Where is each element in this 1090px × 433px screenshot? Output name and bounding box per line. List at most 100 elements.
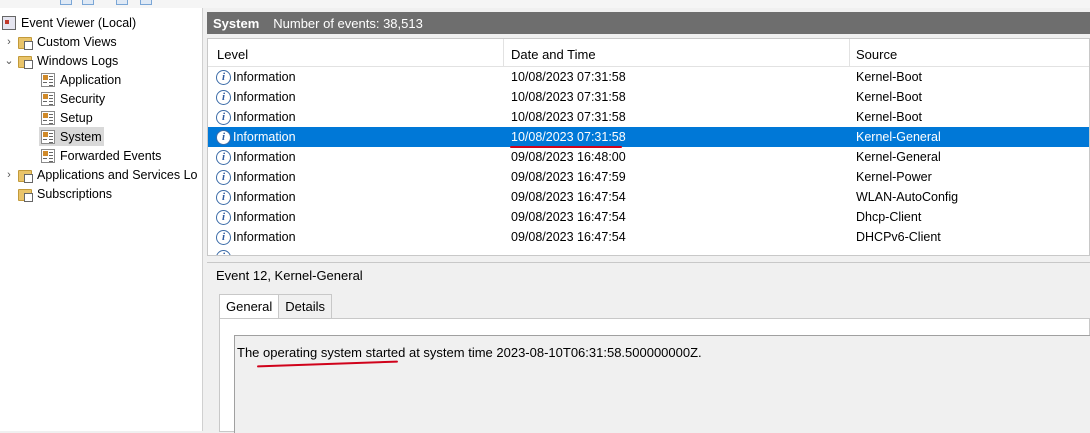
chevron-down-icon[interactable]: ⌄: [3, 54, 15, 67]
event-source: Kernel-General: [856, 130, 941, 144]
tree-item-label: Security: [60, 91, 106, 106]
event-date-time: 09/08/2023 16:47:54: [511, 210, 626, 224]
information-icon: i: [216, 150, 231, 165]
tree-item-setup[interactable]: Setup: [41, 108, 93, 127]
event-source: DHCPv6-Client: [856, 230, 941, 244]
information-icon: i: [216, 250, 231, 255]
event-row[interactable]: i Information 09/08/2023 16:47:54 WLAN-A…: [208, 187, 1089, 207]
navigation-tree: Event Viewer (Local) › Custom Views ⌄ Wi…: [0, 8, 203, 431]
information-icon: i: [216, 210, 231, 225]
event-row-selected[interactable]: i Information 10/08/2023 07:31:58 Kernel…: [208, 127, 1089, 148]
tree-item-system[interactable]: System: [39, 127, 104, 146]
event-level: Information: [233, 190, 296, 204]
tree-item-label: Subscriptions: [37, 186, 113, 201]
event-level: Information: [233, 70, 296, 84]
tree-item-custom-views[interactable]: › Custom Views: [3, 32, 117, 51]
event-list: Level Date and Time Source i Information…: [207, 38, 1090, 256]
toolbar-strip: [0, 0, 1090, 8]
tree-item-label: System: [60, 129, 102, 144]
event-date-time: 10/08/2023 07:31:58: [511, 90, 626, 104]
tab-details[interactable]: Details: [278, 294, 332, 318]
toolbar-icon[interactable]: [116, 0, 128, 5]
column-divider[interactable]: [849, 39, 850, 67]
toolbar-icon[interactable]: [140, 0, 152, 5]
tree-item-label: Event Viewer (Local): [21, 15, 137, 30]
tree-item-event-viewer[interactable]: Event Viewer (Local): [2, 13, 136, 32]
tree-item-subscriptions[interactable]: Subscriptions: [18, 184, 112, 203]
tab-general[interactable]: General: [219, 294, 280, 319]
event-source: Kernel-Boot: [856, 70, 923, 84]
column-header-row: Level Date and Time Source: [208, 39, 1089, 67]
toolbar-icon[interactable]: [60, 0, 72, 5]
information-icon: i: [216, 230, 231, 245]
folder-icon: [18, 55, 33, 69]
event-message: The operating system started at system t…: [237, 345, 702, 360]
event-date-time: 10/08/2023 07:31:58: [511, 110, 626, 124]
information-icon: i: [216, 130, 231, 145]
column-header-level[interactable]: Level: [217, 47, 248, 62]
event-level: Information: [233, 210, 296, 224]
event-row[interactable]: i Information 09/08/2023 16:47:59 Kernel…: [208, 167, 1089, 187]
folder-icon: [18, 36, 33, 50]
event-log-icon: [41, 129, 55, 144]
event-count: Number of events: 38,513: [273, 15, 423, 31]
column-header-source[interactable]: Source: [856, 47, 897, 62]
folder-icon: [18, 169, 33, 183]
tree-item-applications-and-services[interactable]: › Applications and Services Lo: [3, 165, 201, 184]
subscriptions-icon: [18, 188, 33, 202]
event-date-time: 09/08/2023 16:47:54: [511, 230, 626, 244]
annotation-underline: [257, 360, 398, 368]
column-header-date-time[interactable]: Date and Time: [511, 47, 596, 62]
event-level: Information: [233, 110, 296, 124]
event-row-partial[interactable]: i: [208, 247, 1089, 255]
detail-tabs: General Details: [219, 294, 332, 319]
event-log-icon: [41, 91, 55, 106]
log-title: System: [213, 15, 260, 31]
event-row[interactable]: i Information 09/08/2023 16:47:54 DHCPv6…: [208, 227, 1089, 247]
event-description-box[interactable]: The operating system started at system t…: [234, 335, 1090, 433]
event-source: Kernel-Boot: [856, 90, 923, 104]
event-row[interactable]: i Information 10/08/2023 07:31:58 Kernel…: [208, 107, 1089, 127]
tree-item-label: Windows Logs: [37, 53, 119, 68]
tree-item-windows-logs[interactable]: ⌄ Windows Logs: [3, 51, 118, 70]
event-viewer-icon: [2, 15, 16, 30]
event-row[interactable]: i Information 10/08/2023 07:31:58 Kernel…: [208, 87, 1089, 107]
event-date-time: 10/08/2023 07:31:58: [511, 130, 626, 144]
information-icon: i: [216, 70, 231, 85]
column-divider[interactable]: [503, 39, 504, 67]
general-tab-panel: The operating system started at system t…: [219, 318, 1090, 433]
tree-item-application[interactable]: Application: [41, 70, 121, 89]
information-icon: i: [216, 170, 231, 185]
event-level: Information: [233, 230, 296, 244]
information-icon: i: [216, 190, 231, 205]
event-log-icon: [41, 110, 55, 125]
event-detail-pane: Event 12, Kernel-General General Details…: [207, 262, 1090, 433]
tree-item-label: Setup: [60, 110, 93, 125]
event-date-time: 09/08/2023 16:47:59: [511, 170, 626, 184]
event-source: Dhcp-Client: [856, 210, 922, 224]
event-row[interactable]: i Information 10/08/2023 07:31:58 Kernel…: [208, 67, 1089, 87]
event-detail-title: Event 12, Kernel-General: [216, 268, 363, 283]
event-date-time: 10/08/2023 07:31:58: [511, 70, 626, 84]
tree-item-security[interactable]: Security: [41, 89, 105, 108]
event-date-time: 09/08/2023 16:48:00: [511, 150, 626, 164]
event-level: Information: [233, 130, 296, 144]
toolbar-icon[interactable]: [82, 0, 94, 5]
event-log-icon: [41, 72, 55, 87]
event-level: Information: [233, 90, 296, 104]
event-log-icon: [41, 148, 55, 163]
event-level: Information: [233, 170, 296, 184]
event-row[interactable]: i Information 09/08/2023 16:47:54 Dhcp-C…: [208, 207, 1089, 227]
tree-item-label: Application: [60, 72, 122, 87]
event-source: Kernel-General: [856, 150, 941, 164]
event-row[interactable]: i Information 09/08/2023 16:48:00 Kernel…: [208, 147, 1089, 167]
chevron-right-icon[interactable]: ›: [3, 169, 15, 181]
event-source: Kernel-Power: [856, 170, 932, 184]
event-source: Kernel-Boot: [856, 110, 923, 124]
information-icon: i: [216, 110, 231, 125]
chevron-right-icon[interactable]: ›: [3, 36, 15, 48]
event-source: WLAN-AutoConfig: [856, 190, 959, 204]
tree-item-forwarded-events[interactable]: Forwarded Events: [41, 146, 161, 165]
tree-item-label: Custom Views: [37, 34, 117, 49]
tree-item-label: Forwarded Events: [60, 148, 162, 163]
